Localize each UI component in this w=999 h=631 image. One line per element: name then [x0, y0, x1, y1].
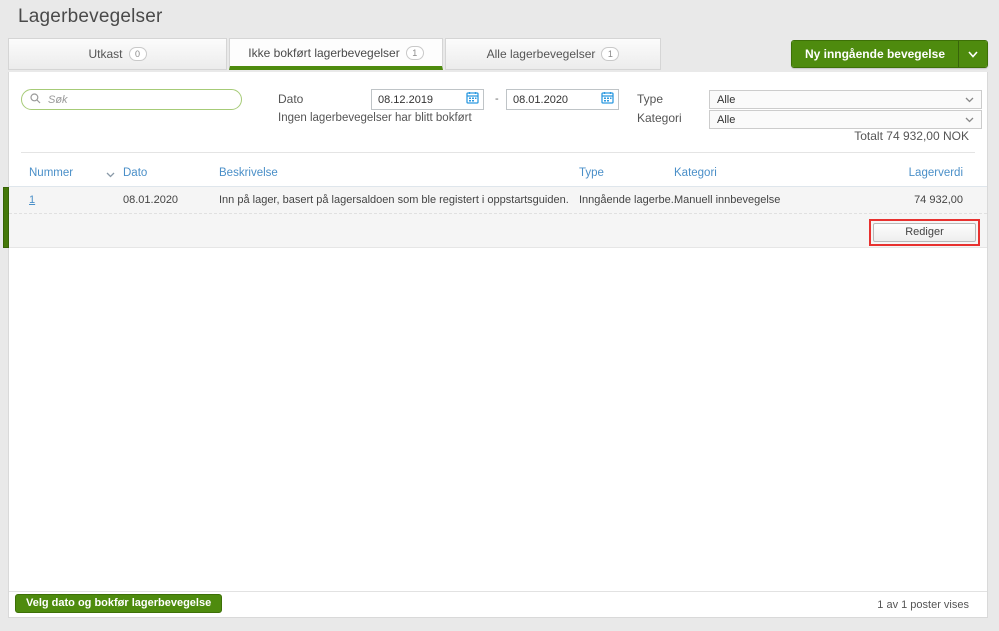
tab-alle-lagerbevegelser[interactable]: Alle lagerbevegelser 1	[445, 38, 661, 70]
row-number-link[interactable]: 1	[29, 194, 35, 206]
date-from-field[interactable]: 08.12.2019	[371, 89, 484, 110]
date-range-separator: -	[495, 93, 499, 105]
tab-alle-count-badge: 1	[601, 47, 620, 61]
type-filter-value: Alle	[717, 93, 736, 106]
type-filter-select[interactable]: Alle	[709, 90, 982, 109]
calendar-icon[interactable]	[601, 91, 614, 109]
row-description: Inn på lager, basert på lagersaldoen som…	[219, 194, 569, 206]
filter-divider	[21, 152, 975, 153]
tab-utkast-label: Utkast	[88, 47, 123, 61]
column-header-dato[interactable]: Dato	[123, 167, 147, 179]
chevron-down-icon	[965, 114, 974, 126]
tab-ikke-bokfort-lagerbevegelser[interactable]: Ikke bokført lagerbevegelser 1	[229, 38, 443, 70]
no-posted-movements-note: Ingen lagerbevegelser har blitt bokført	[278, 112, 472, 124]
table-header-row: Nummer Dato Beskrivelse Type Kategori La…	[9, 163, 987, 186]
column-header-type[interactable]: Type	[579, 167, 604, 179]
tab-ikke-bokfort-label: Ikke bokført lagerbevegelser	[248, 45, 400, 60]
type-filter-label: Type	[637, 92, 664, 106]
tab-utkast-count-badge: 0	[128, 47, 147, 61]
new-incoming-movement-split-button: Ny inngående bevegelse	[790, 40, 988, 68]
tab-alle-label: Alle lagerbevegelser	[486, 47, 596, 61]
search-input[interactable]	[46, 92, 233, 107]
date-filter-label: Dato	[278, 92, 304, 106]
date-to-value: 08.01.2020	[513, 93, 569, 106]
main-panel: Dato 08.12.2019 - 08.01.2020 Ingen lager…	[3, 72, 988, 618]
edit-button[interactable]: Rediger	[873, 223, 976, 242]
category-filter-select[interactable]: Alle	[709, 110, 982, 129]
row-type: Inngående lagerbe...	[579, 194, 680, 206]
chevron-down-icon	[965, 94, 974, 106]
search-box	[21, 89, 242, 110]
category-filter-value: Alle	[717, 113, 736, 126]
column-header-nummer[interactable]: Nummer	[29, 167, 73, 179]
post-movement-button[interactable]: Velg dato og bokfør lagerbevegelse	[15, 594, 223, 613]
annotation-highlight-box: Rediger	[869, 219, 980, 246]
row-stock-value: 74 932,00	[914, 194, 963, 206]
calendar-icon[interactable]	[466, 91, 479, 109]
pagination-status: 1 av 1 poster vises	[877, 599, 969, 611]
row-action-area: Rediger	[9, 214, 987, 248]
page-title: Lagerbevegelser	[18, 6, 163, 27]
tab-utkast[interactable]: Utkast 0	[8, 38, 227, 70]
table-row[interactable]: 1 08.01.2020 Inn på lager, basert på lag…	[9, 187, 987, 214]
column-header-beskrivelse[interactable]: Beskrivelse	[219, 167, 278, 179]
panel-footer: Velg dato og bokfør lagerbevegelse 1 av …	[9, 591, 987, 617]
row-date: 08.01.2020	[123, 194, 179, 206]
new-movement-dropdown-toggle[interactable]	[958, 41, 987, 67]
new-incoming-movement-button[interactable]: Ny inngående bevegelse	[791, 41, 958, 67]
chevron-down-icon	[968, 45, 978, 63]
sort-chevron-icon[interactable]	[106, 169, 115, 181]
date-to-field[interactable]: 08.01.2020	[506, 89, 619, 110]
search-icon	[30, 91, 41, 109]
date-from-value: 08.12.2019	[378, 93, 434, 106]
column-header-kategori[interactable]: Kategori	[674, 167, 717, 179]
movement-row-block: 1 08.01.2020 Inn på lager, basert på lag…	[3, 187, 987, 248]
row-category: Manuell innbevegelse	[674, 194, 781, 206]
column-header-lagerverdi[interactable]: Lagerverdi	[909, 167, 963, 179]
category-filter-label: Kategori	[637, 111, 682, 125]
total-value-text: Totalt 74 932,00 NOK	[854, 129, 969, 143]
tab-ikke-bokfort-count-badge: 1	[405, 45, 424, 60]
